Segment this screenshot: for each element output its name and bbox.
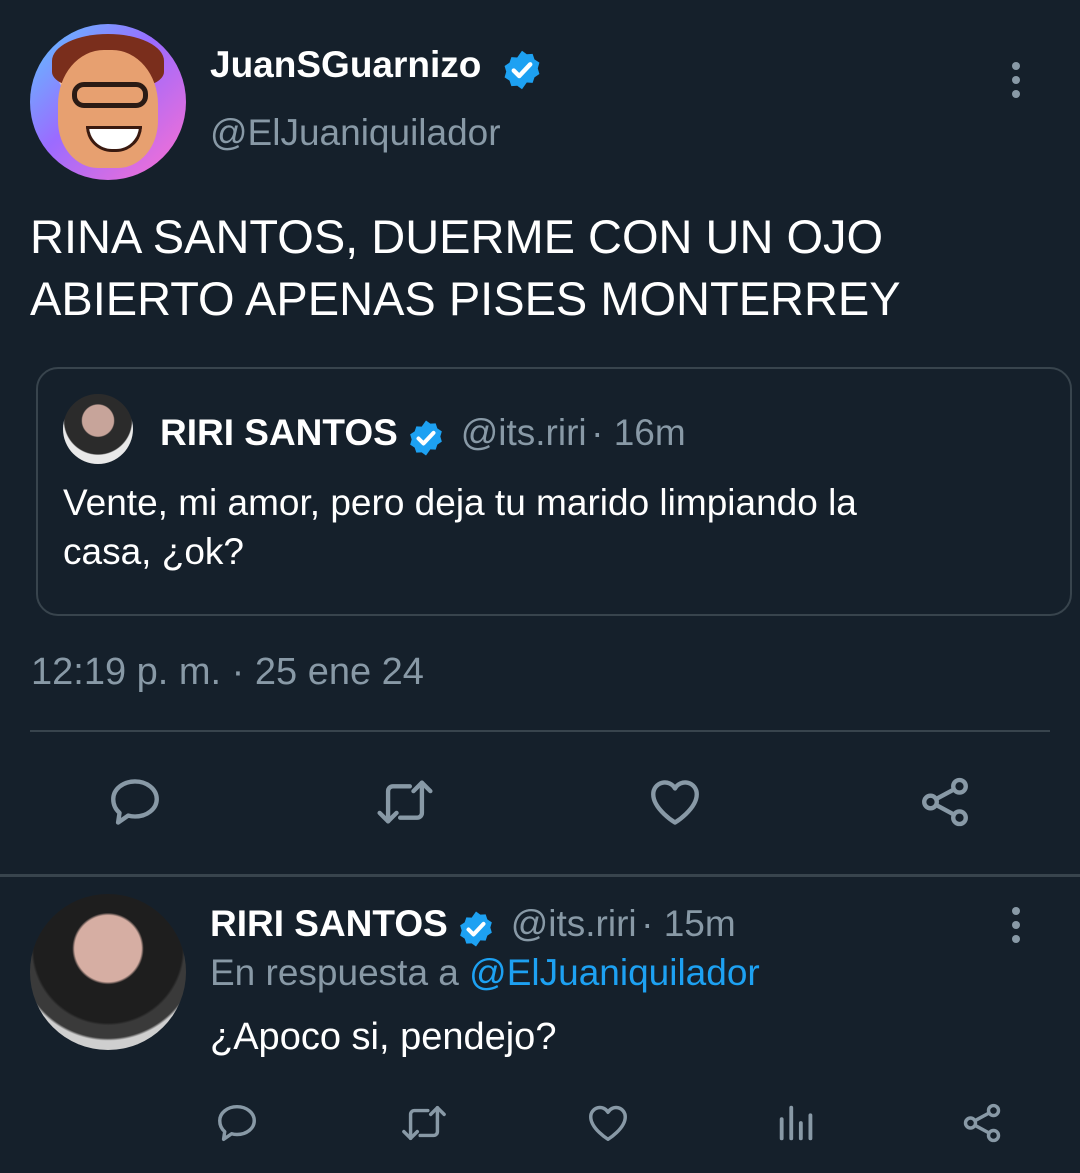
- author-name-row[interactable]: JuanSGuarnizo: [210, 44, 544, 97]
- quoted-header: RIRI SANTOS @its.riri · 16m: [160, 412, 686, 463]
- share-icon[interactable]: [916, 773, 974, 836]
- verified-icon: [500, 48, 544, 97]
- verified-icon: [406, 418, 446, 463]
- tweet-timestamp[interactable]: 12:19 p. m. · 25 ene 24: [31, 651, 424, 694]
- author-avatar[interactable]: [30, 24, 186, 180]
- divider: [30, 730, 1050, 732]
- retweet-icon[interactable]: [398, 1100, 450, 1151]
- like-icon[interactable]: [646, 773, 704, 836]
- retweet-icon[interactable]: [373, 773, 437, 836]
- reply-handle[interactable]: @its.riri: [511, 903, 637, 944]
- reply-time: · 15m: [641, 903, 736, 944]
- quoted-time: · 16m: [591, 412, 686, 453]
- tweet-text-line: ABIERTO APENAS PISES MONTERREY: [30, 272, 901, 325]
- more-icon[interactable]: [1012, 56, 1020, 104]
- reply-to-link[interactable]: @ElJuaniquilador: [469, 952, 760, 993]
- quoted-text-line: Vente, mi amor, pero deja tu marido limp…: [63, 482, 857, 523]
- reply-icon[interactable]: [106, 773, 164, 836]
- quoted-author-avatar: [63, 394, 133, 464]
- quoted-text-line: casa, ¿ok?: [63, 531, 244, 572]
- tweet-text: RINA SANTOS, DUERME CON UN OJO ABIERTO A…: [30, 206, 1030, 330]
- reply-display-name[interactable]: RIRI SANTOS: [210, 903, 448, 944]
- quoted-text: Vente, mi amor, pero deja tu marido limp…: [63, 478, 857, 576]
- more-icon[interactable]: [1012, 901, 1020, 949]
- author-display-name[interactable]: JuanSGuarnizo: [210, 44, 481, 85]
- share-icon[interactable]: [959, 1100, 1005, 1151]
- reply-prefix: En respuesta a: [210, 952, 459, 993]
- quoted-display-name: RIRI SANTOS: [160, 412, 398, 453]
- reply-author-avatar[interactable]: [30, 894, 186, 1050]
- analytics-icon[interactable]: [774, 1100, 820, 1151]
- reply-header: RIRI SANTOS @its.riri · 15m: [210, 903, 736, 954]
- reply-context: En respuesta a @ElJuaniquilador: [210, 952, 760, 994]
- section-divider: [0, 874, 1080, 877]
- like-icon[interactable]: [585, 1100, 631, 1151]
- verified-icon: [456, 909, 496, 954]
- tweet-text-line: RINA SANTOS, DUERME CON UN OJO: [30, 210, 884, 263]
- author-handle[interactable]: @ElJuaniquilador: [210, 112, 501, 154]
- reply-icon[interactable]: [214, 1100, 260, 1151]
- quoted-handle: @its.riri: [460, 412, 587, 453]
- reply-text: ¿Apoco si, pendejo?: [210, 1016, 557, 1058]
